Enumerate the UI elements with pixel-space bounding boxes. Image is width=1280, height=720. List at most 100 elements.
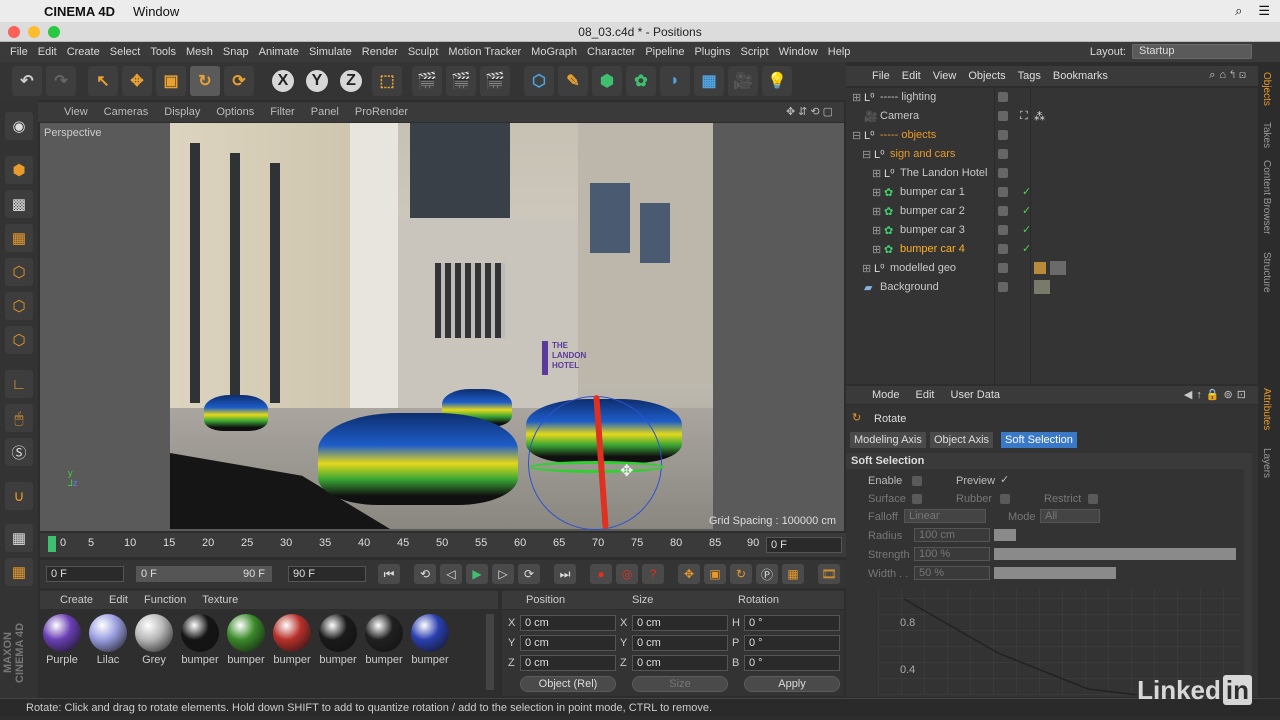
width-field[interactable]: 50 % [914, 566, 990, 580]
object-menu-file[interactable]: File [866, 70, 896, 82]
attr-menu-user-data[interactable]: User Data [943, 389, 1009, 401]
menu-character[interactable]: Character [582, 46, 640, 58]
current-frame-field[interactable]: 0 F [766, 537, 842, 553]
expand-toggle-icon[interactable]: ⊞ [872, 224, 881, 237]
menu-window[interactable]: Window [774, 46, 823, 58]
keyframe-selection-icon[interactable]: ? [642, 564, 664, 584]
menu-mograph[interactable]: MoGraph [526, 46, 582, 58]
viewport-menu-options[interactable]: Options [208, 106, 262, 118]
tab-soft-selection[interactable]: Soft Selection [1001, 432, 1077, 448]
search-icon[interactable]: ⌕ [1235, 3, 1242, 19]
collapse-toggle-icon[interactable]: ⊟ [852, 129, 861, 142]
object-manager-search-icon[interactable]: ⌕⌂↰⊡ [1209, 69, 1250, 82]
position-y-field[interactable]: 0 cm [520, 635, 616, 651]
menu-motion-tracker[interactable]: Motion Tracker [443, 46, 526, 58]
menu-file[interactable]: File [5, 46, 33, 58]
object-menu-edit[interactable]: Edit [896, 70, 927, 82]
object-menu-bookmarks[interactable]: Bookmarks [1047, 70, 1114, 82]
autokeying-icon[interactable]: ◎ [616, 564, 638, 584]
side-tab-layers[interactable]: Layers [1261, 448, 1272, 478]
solo-icon[interactable]: Ⓢ [5, 438, 33, 466]
expand-toggle-icon[interactable]: ⊞ [872, 243, 881, 256]
rotate-gizmo-heading[interactable] [530, 461, 664, 473]
enabled-check-icon[interactable]: ✓ [1022, 242, 1031, 255]
restrict-checkbox[interactable] [1088, 494, 1098, 504]
visibility-toggle[interactable] [998, 225, 1008, 235]
object-menu-objects[interactable]: Objects [962, 70, 1011, 82]
workplane-mode-icon[interactable]: ▦ [5, 224, 33, 252]
recent-tools-icon[interactable]: ⟳ [224, 66, 254, 96]
object-row[interactable]: ⊞ ✿ bumper car 2 ✓ [846, 202, 1258, 221]
texture-mode-icon[interactable]: ▩ [5, 190, 33, 218]
material-menu-create[interactable]: Create [52, 594, 101, 606]
tweak-mode-icon[interactable]: 🖱 [5, 404, 33, 432]
material-menu-texture[interactable]: Texture [194, 594, 246, 606]
z-axis-lock-icon[interactable]: Z [338, 68, 364, 94]
viewport-menu-view[interactable]: View [56, 106, 96, 118]
zoom-window-button[interactable] [48, 26, 60, 38]
make-editable-icon[interactable]: ◉ [5, 112, 33, 140]
render-view-icon[interactable]: 🎬 [412, 66, 442, 96]
enabled-check-icon[interactable]: ✓ [1022, 204, 1031, 217]
floor-icon[interactable]: ▦ [694, 66, 724, 96]
falloff-select[interactable]: Linear [904, 509, 986, 523]
layout-select[interactable]: Startup [1132, 44, 1252, 59]
visibility-toggle[interactable] [998, 149, 1008, 159]
viewport-menu-filter[interactable]: Filter [262, 106, 302, 118]
attr-menu-edit[interactable]: Edit [908, 389, 943, 401]
object-menu-view[interactable]: View [927, 70, 963, 82]
cloner-icon[interactable]: ✿ [626, 66, 656, 96]
rotation-b-field[interactable]: 0 ° [744, 655, 840, 671]
material-swatch[interactable]: bumper [224, 614, 268, 666]
camera-tag-icon[interactable]: ⛶ [1020, 110, 1028, 123]
coord-size-mode-select[interactable]: Size [632, 676, 728, 692]
y-axis-lock-icon[interactable]: Y [304, 68, 330, 94]
viewport-menu-prorender[interactable]: ProRender [347, 106, 416, 118]
position-x-field[interactable]: 0 cm [520, 615, 616, 631]
go-to-end-icon[interactable]: ⏭ [554, 564, 576, 584]
cube-icon[interactable]: ⬡ [524, 66, 554, 96]
menu-edit[interactable]: Edit [33, 46, 62, 58]
tab-object-axis[interactable]: Object Axis [930, 432, 994, 448]
material-swatch[interactable]: Purple [40, 614, 84, 666]
bumper-car-front[interactable] [318, 413, 518, 505]
side-tab-objects[interactable]: Objects [1261, 72, 1272, 106]
menu-sculpt[interactable]: Sculpt [403, 46, 444, 58]
menu-plugins[interactable]: Plugins [689, 46, 735, 58]
rotation-key-icon[interactable]: ↻ [730, 564, 752, 584]
collapse-toggle-icon[interactable]: ⊟ [862, 148, 871, 161]
side-tab-takes[interactable]: Takes [1261, 122, 1272, 148]
minimize-window-button[interactable] [28, 26, 40, 38]
menu-tools[interactable]: Tools [145, 46, 181, 58]
visibility-toggle[interactable] [998, 168, 1008, 178]
object-row[interactable]: ⊞ L⁰ modelled geo [846, 259, 1258, 278]
preview-range-slider[interactable]: 0 F 90 F [136, 566, 272, 582]
position-key-icon[interactable]: ✥ [678, 564, 700, 584]
enable-checkbox[interactable] [912, 476, 922, 486]
attr-scrollbar[interactable] [1244, 453, 1252, 693]
object-row[interactable]: ▰ Background [846, 278, 1258, 297]
redo-icon[interactable]: ↷ [46, 66, 76, 96]
object-row[interactable]: ⊟ L⁰ ----- objects [846, 126, 1258, 145]
visibility-toggle[interactable] [998, 187, 1008, 197]
scale-icon[interactable]: ▣ [156, 66, 186, 96]
locked-workplane-icon[interactable]: ▦ [5, 558, 33, 586]
menu-pipeline[interactable]: Pipeline [640, 46, 689, 58]
mac-window-menu[interactable]: Window [133, 4, 179, 19]
side-tab-structure[interactable]: Structure [1261, 252, 1272, 293]
next-frame-icon[interactable]: ▷ [492, 564, 514, 584]
timeline-window-icon[interactable]: 🎞 [818, 564, 840, 584]
expand-toggle-icon[interactable]: ⊞ [872, 167, 881, 180]
viewport-menu-panel[interactable]: Panel [303, 106, 347, 118]
coord-mode-select[interactable]: Object (Rel) [520, 676, 616, 692]
radius-slider[interactable] [994, 529, 1016, 541]
material-swatch[interactable]: Grey [132, 614, 176, 666]
target-tag-icon[interactable]: ⁂ [1034, 110, 1045, 123]
side-tab-content-browser[interactable]: Content Browser [1261, 160, 1272, 234]
visibility-toggle[interactable] [998, 263, 1008, 273]
material-scrollbar[interactable] [486, 614, 494, 690]
material-swatch[interactable]: bumper [408, 614, 452, 666]
list-icon[interactable]: ☰ [1258, 3, 1270, 19]
play-icon[interactable]: ▶ [466, 564, 488, 584]
texture-tag-icon[interactable] [1050, 261, 1066, 275]
